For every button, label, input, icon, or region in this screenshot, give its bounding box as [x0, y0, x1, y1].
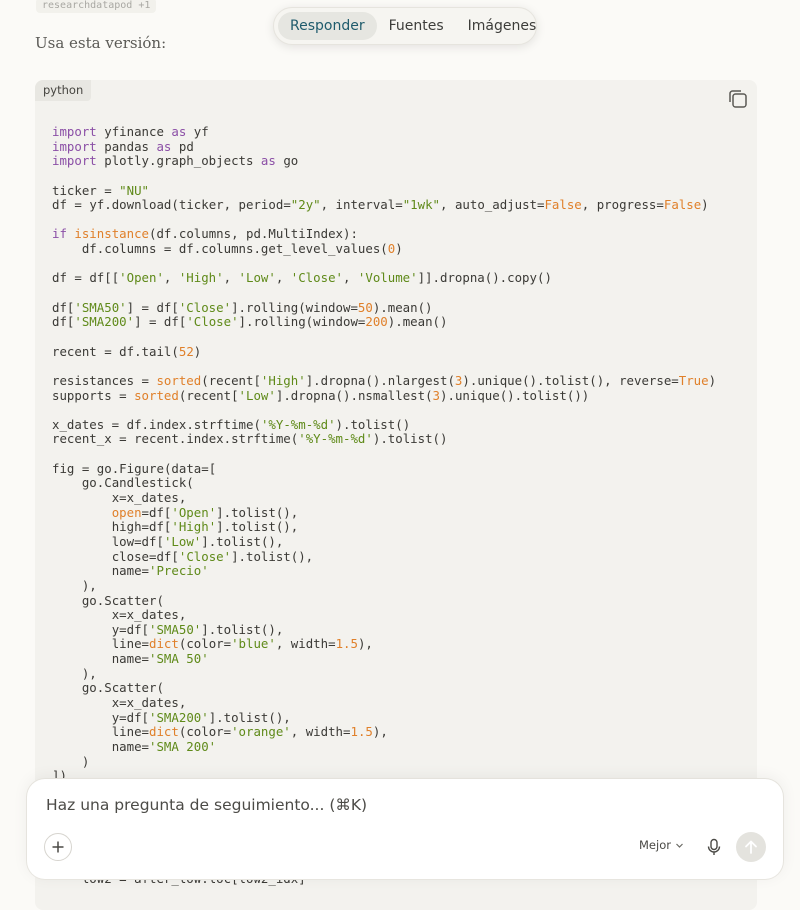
follow-up-input[interactable] [46, 796, 646, 814]
follow-up-composer: Mejor [27, 779, 783, 879]
mic-button[interactable] [704, 837, 724, 857]
code-line: name='SMA 50' [111, 651, 209, 667]
code-line: high=df['High'].tolist(), [111, 519, 299, 535]
code-line: import pandas as pd [52, 138, 194, 154]
code-line: y=df['SMA50'].tolist(), [111, 621, 284, 637]
code-line: import yfinance as yf [52, 124, 209, 139]
code-line: import plotly.graph_objects as go [52, 153, 299, 169]
intro-text: Usa esta versión: [35, 34, 167, 52]
code-line: df['SMA50'] = df['Close'].rolling(window… [52, 299, 433, 315]
code-line: line=dict(color='orange', width=1.5), [111, 724, 388, 740]
code-line: x=x_dates, [111, 490, 187, 506]
answer-tabs: Responder Fuentes Imágenes [273, 7, 537, 45]
copy-icon [729, 90, 747, 108]
code-line: low=df['Low'].tolist(), [111, 533, 284, 549]
model-label: Mejor [639, 838, 671, 852]
code-line: ), [52, 665, 97, 681]
code-line: if isinstance(df.columns, pd.MultiIndex)… [52, 226, 358, 242]
code-line: df['SMA200'] = df['Close'].rolling(windo… [52, 314, 448, 330]
copy-button[interactable] [727, 88, 749, 110]
code-line: x_dates = df.index.strftime('%Y-%m-%d').… [52, 416, 411, 432]
arrow-up-icon [745, 840, 757, 854]
code-line: supports = sorted(recent['Low'].dropna()… [52, 387, 590, 403]
code-line: fig = go.Figure(data=[ [52, 460, 217, 476]
code-content: import yfinance as yf import pandas as pd… [52, 124, 717, 886]
tab-imagenes[interactable]: Imágenes [456, 12, 549, 40]
code-language-tag: python [35, 80, 92, 101]
code-line: ticker = "NU" [52, 182, 149, 198]
mic-icon [707, 838, 721, 855]
tab-responder[interactable]: Responder [278, 12, 377, 40]
code-line: x=x_dates, [111, 694, 187, 710]
code-line: y=df['SMA200'].tolist(), [111, 709, 291, 725]
code-line: name='Precio' [111, 563, 209, 579]
code-line: df.columns = df.columns.get_level_values… [81, 241, 403, 257]
code-line: x=x_dates, [111, 607, 187, 623]
code-line: recent = df.tail(52) [52, 343, 202, 359]
plus-icon [52, 841, 64, 853]
code-line: name='SMA 200' [111, 738, 217, 754]
code-line: close=df['Close'].tolist(), [111, 548, 314, 564]
code-line: go.Scatter( [81, 592, 164, 608]
code-line: recent_x = recent.index.strftime('%Y-%m-… [52, 431, 448, 447]
code-line: df = yf.download(ticker, period="2y", in… [52, 197, 709, 213]
tab-fuentes[interactable]: Fuentes [377, 12, 456, 40]
code-line: go.Candlestick( [81, 475, 194, 491]
source-chip[interactable]: researchdatapod +1 [36, 0, 157, 13]
code-line: resistances = sorted(recent['High'].drop… [52, 372, 717, 388]
send-button[interactable] [736, 832, 766, 862]
code-line: ) [52, 753, 90, 769]
add-button[interactable] [44, 833, 72, 861]
code-line: open=df['Open'].tolist(), [111, 504, 299, 520]
code-line: line=dict(color='blue', width=1.5), [111, 636, 373, 652]
chevron-down-icon [676, 843, 683, 848]
code-line: df = df[['Open', 'High', 'Low', 'Close',… [52, 270, 552, 286]
code-line: ), [52, 577, 97, 593]
model-selector[interactable]: Mejor [639, 838, 684, 852]
code-line: go.Scatter( [81, 680, 164, 696]
